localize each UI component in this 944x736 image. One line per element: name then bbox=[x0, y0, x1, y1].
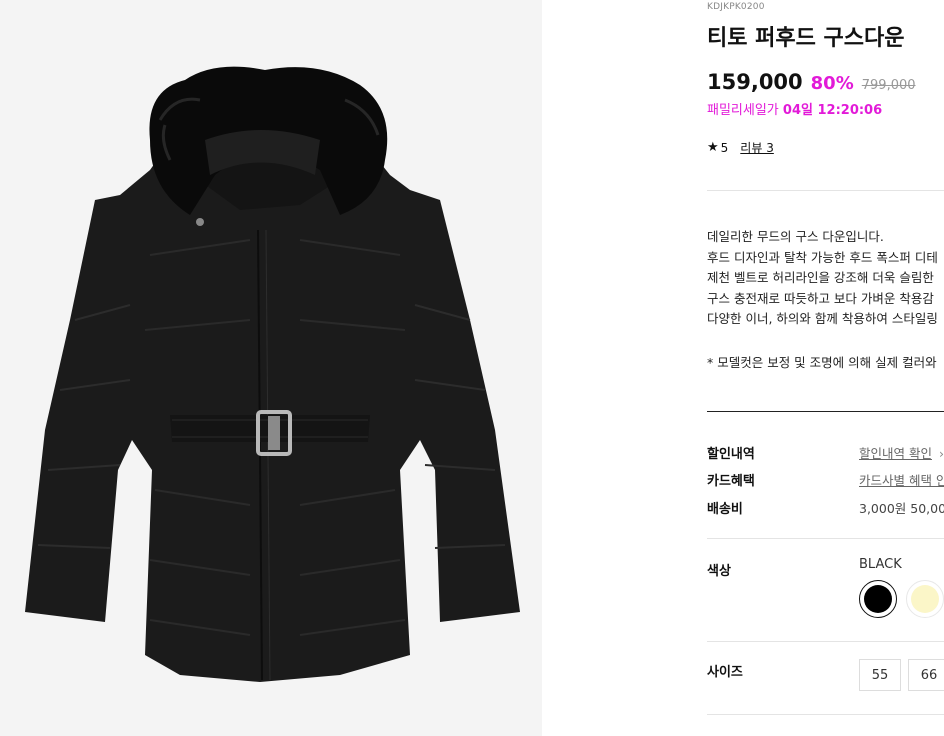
discount-details-label: 할인내역 bbox=[707, 447, 755, 462]
divider bbox=[707, 538, 944, 539]
swatch-fill bbox=[911, 585, 939, 613]
product-code: KDJKPK0200 bbox=[707, 2, 765, 12]
description-line: 제천 벨트로 허리라인을 강조해 더욱 슬림한 bbox=[707, 270, 934, 286]
description-line: 다양한 이너, 하의와 함께 착용하여 스타일링 bbox=[707, 311, 938, 327]
discount-details-text: 할인내역 확인 bbox=[859, 446, 932, 461]
price-row: 159,000 80% 799,000 bbox=[707, 70, 916, 94]
selected-color-name: BLACK bbox=[859, 557, 902, 572]
rating-row: ★ 5 리뷰 3 bbox=[707, 139, 774, 156]
shipping-label: 배송비 bbox=[707, 502, 743, 517]
card-benefit-link[interactable]: 카드사별 혜택 안 bbox=[859, 470, 944, 489]
sale-timer: 04일 12:20:06 bbox=[782, 103, 883, 118]
chevron-right-icon: › bbox=[938, 446, 944, 461]
section-divider bbox=[707, 411, 944, 412]
swatch-fill bbox=[864, 585, 892, 613]
product-info-panel: KDJKPK0200 티토 퍼후드 구스다운 159,000 80% 799,0… bbox=[707, 0, 944, 736]
color-swatch-cream[interactable] bbox=[906, 580, 944, 618]
description-note: * 모델컷은 보정 및 조명에 의해 실제 컬러와 bbox=[707, 355, 937, 370]
product-description: 데일리한 무드의 구스 다운입니다. 후드 디자인과 탈착 가능한 후드 폭스퍼… bbox=[707, 227, 938, 330]
size-option-66[interactable]: 66 bbox=[908, 659, 944, 691]
discount-rate: 80% bbox=[810, 73, 854, 94]
size-label: 사이즈 bbox=[707, 665, 743, 680]
family-sale-countdown: 패밀리세일가 04일 12:20:06 bbox=[707, 99, 882, 118]
product-title: 티토 퍼후드 구스다운 bbox=[707, 26, 905, 51]
original-price: 799,000 bbox=[861, 78, 916, 93]
coat-illustration bbox=[25, 66, 520, 682]
divider bbox=[707, 714, 944, 715]
card-benefit-label: 카드혜택 bbox=[707, 474, 755, 489]
discount-details-link[interactable]: 할인내역 확인 › bbox=[859, 443, 944, 462]
rating-score: 5 bbox=[720, 140, 729, 155]
review-link[interactable]: 리뷰 3 bbox=[740, 139, 774, 156]
size-option-55[interactable]: 55 bbox=[859, 659, 901, 691]
sale-label: 패밀리세일가 bbox=[707, 103, 779, 118]
description-line: 후드 디자인과 탈착 가능한 후드 폭스퍼 디테 bbox=[707, 249, 938, 265]
description-line: 데일리한 무드의 구스 다운입니다. bbox=[707, 229, 884, 244]
divider bbox=[707, 641, 944, 642]
divider bbox=[707, 190, 944, 191]
star-icon: ★ bbox=[707, 140, 719, 155]
description-line: 구스 충전재로 따듯하고 보다 가벼운 착용감 bbox=[707, 290, 934, 306]
sale-price: 159,000 bbox=[707, 70, 803, 94]
color-label: 색상 bbox=[707, 564, 731, 579]
product-image bbox=[0, 0, 542, 736]
shipping-fee: 3,000원 50,00 bbox=[859, 501, 944, 516]
color-swatch-black[interactable] bbox=[859, 580, 897, 618]
